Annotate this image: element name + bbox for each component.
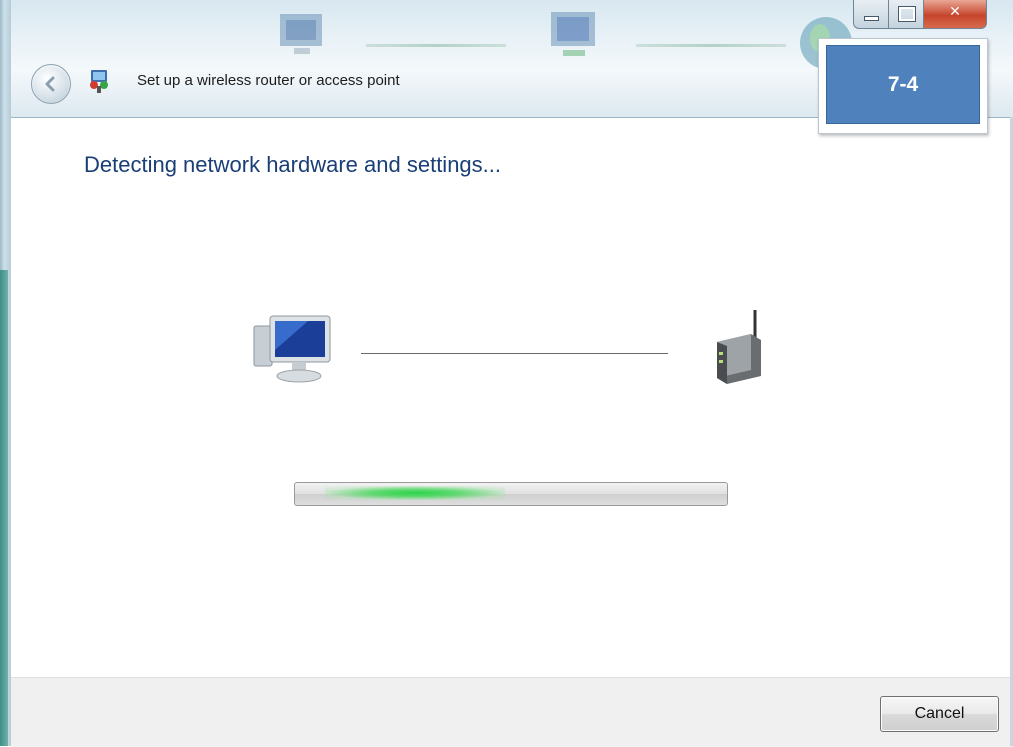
minimize-icon	[864, 16, 879, 21]
computer-icon	[253, 315, 331, 383]
ghost-network-icon	[280, 14, 322, 54]
close-button[interactable]: ✕	[923, 0, 987, 29]
page-heading: Detecting network hardware and settings.…	[84, 152, 502, 177]
connection-line	[361, 353, 668, 354]
progress-indicator	[325, 486, 505, 500]
minimize-button[interactable]	[853, 0, 889, 29]
window-frame-left	[0, 0, 11, 746]
close-icon: ✕	[949, 4, 961, 20]
window-frame-accent	[0, 270, 8, 746]
ghost-connector-line-2	[636, 44, 786, 47]
figure-badge: 7-4	[818, 38, 988, 134]
window-title: Set up a wireless router or access point	[137, 72, 400, 89]
maximize-icon	[898, 6, 916, 22]
maximize-button[interactable]	[888, 0, 924, 29]
footer-bar	[11, 677, 1013, 747]
back-arrow-icon	[45, 76, 55, 92]
wireless-router-icon	[717, 310, 761, 384]
figure-badge-label: 7-4	[826, 45, 980, 124]
wireless-setup-icon	[90, 70, 108, 93]
cancel-button[interactable]: Cancel	[880, 696, 999, 732]
progress-bar	[294, 482, 728, 506]
ghost-connector-line	[366, 44, 506, 47]
back-button[interactable]	[31, 64, 71, 104]
ghost-computer-icon	[551, 12, 595, 56]
